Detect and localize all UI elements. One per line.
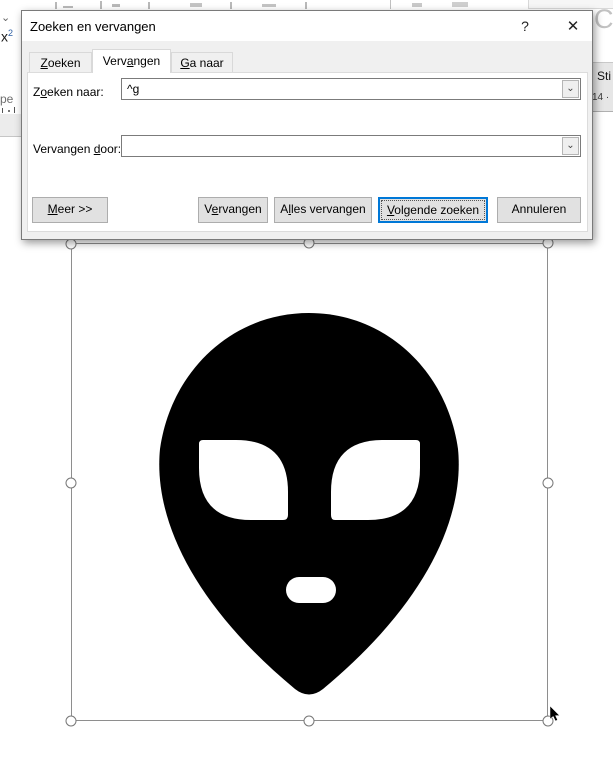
resize-handle-middle-left[interactable] bbox=[65, 477, 77, 489]
replace-all-button[interactable]: Alles vervangen bbox=[274, 197, 372, 223]
ribbon-icon-fragment bbox=[148, 2, 150, 9]
ruler-fragment bbox=[0, 114, 21, 137]
chevron-down-icon: ⌄ bbox=[566, 140, 575, 151]
tab-label: oeken bbox=[47, 56, 81, 70]
help-icon[interactable]: ? bbox=[512, 16, 538, 37]
button-label: olgende zoeken bbox=[394, 203, 480, 217]
styles-pane-title-fragment: Sti bbox=[597, 69, 612, 83]
tab-label: Verv bbox=[102, 54, 127, 68]
alien-head-image[interactable] bbox=[71, 244, 548, 721]
button-label: rvangen bbox=[218, 202, 262, 216]
dialog-titlebar[interactable]: Zoeken en vervangen ? ✕ bbox=[22, 11, 592, 41]
button-label: les vervangen bbox=[290, 202, 366, 216]
button-label: V bbox=[204, 202, 212, 216]
chevron-down-icon: ⌄ bbox=[1, 12, 11, 24]
search-dropdown-button[interactable]: ⌄ bbox=[562, 80, 579, 98]
tab-label: a naar bbox=[189, 56, 224, 70]
document-heading-fragment: Co bbox=[594, 4, 613, 34]
ribbon-icon-fragment bbox=[112, 4, 120, 7]
find-next-button[interactable]: Volgende zoeken bbox=[378, 197, 488, 223]
alien-mouth bbox=[286, 577, 336, 603]
ribbon-icon-fragment bbox=[190, 3, 202, 7]
ribbon-icon-fragment bbox=[55, 2, 57, 9]
tab-zoeken[interactable]: Zoeken bbox=[29, 52, 92, 73]
label-text: oor: bbox=[100, 142, 122, 156]
resize-handle-middle-right[interactable] bbox=[542, 477, 554, 489]
replace-combobox: ⌄ bbox=[121, 135, 581, 157]
superscript-base: x bbox=[1, 28, 8, 45]
ribbon-icon-fragment bbox=[63, 6, 73, 8]
more-button[interactable]: Meer >> bbox=[32, 197, 108, 223]
replace-input[interactable] bbox=[122, 136, 562, 156]
close-icon[interactable]: ✕ bbox=[560, 16, 586, 37]
resize-handle-bottom-middle[interactable] bbox=[303, 715, 315, 727]
word-document-window: ⌄ x2 pe Co Sti 14 · Zoeken en vervangen … bbox=[0, 0, 613, 757]
label-text: eken naar: bbox=[47, 85, 104, 99]
search-label: Zoeken naar: bbox=[33, 85, 104, 99]
superscript-exponent: 2 bbox=[8, 28, 14, 38]
tab-label: ngen bbox=[133, 54, 161, 68]
cancel-button[interactable]: Annuleren bbox=[497, 197, 581, 223]
alien-head-shape bbox=[159, 313, 459, 695]
search-combobox: ⌄ bbox=[121, 78, 581, 100]
ribbon-group-label-fragment: pe bbox=[0, 92, 14, 106]
ribbon-icon-fragment bbox=[452, 2, 468, 7]
ribbon-divider-fragment bbox=[390, 0, 391, 9]
button-label-accesskey: M bbox=[47, 202, 58, 216]
ribbon-icon-fragment bbox=[262, 4, 276, 7]
search-input[interactable] bbox=[122, 79, 562, 99]
tab-label-accesskey: a bbox=[126, 54, 134, 68]
tab-ga-naar[interactable]: Ga naar bbox=[171, 52, 233, 73]
resize-handle-bottom-left[interactable] bbox=[65, 715, 77, 727]
chevron-down-icon: ⌄ bbox=[566, 83, 575, 94]
ruler-tick bbox=[8, 110, 10, 112]
tab-vervangen[interactable]: Vervangen bbox=[92, 49, 171, 73]
mouse-cursor-icon bbox=[549, 706, 561, 722]
styles-pane-fragment: Sti 14 · bbox=[590, 62, 613, 112]
button-label: Annuleren bbox=[511, 202, 567, 216]
label-text: Vervangen bbox=[33, 142, 94, 156]
replace-dropdown-button[interactable]: ⌄ bbox=[562, 137, 579, 155]
ribbon-icon-fragment bbox=[230, 2, 232, 9]
tab-label-accesskey: Z bbox=[40, 56, 48, 70]
resize-handle-top-left[interactable] bbox=[65, 238, 77, 250]
ribbon-icon-fragment bbox=[412, 3, 422, 7]
dialog-title: Zoeken en vervangen bbox=[30, 19, 156, 34]
ruler-number-fragment: 14 · bbox=[592, 92, 610, 103]
find-replace-dialog: Zoeken en vervangen ? ✕ Zoeken Vervangen… bbox=[21, 10, 593, 240]
ribbon-icon-fragment bbox=[305, 2, 307, 9]
ruler-tick bbox=[14, 107, 15, 113]
ruler-tick bbox=[2, 108, 3, 113]
button-label: eer >> bbox=[57, 202, 93, 216]
ribbon-icon-fragment bbox=[100, 1, 102, 9]
replace-label: Vervangen door: bbox=[33, 142, 121, 156]
tab-label-accesskey: G bbox=[180, 56, 190, 70]
superscript-button-fragment: x2 bbox=[1, 28, 13, 45]
replace-button[interactable]: Vervangen bbox=[198, 197, 268, 223]
